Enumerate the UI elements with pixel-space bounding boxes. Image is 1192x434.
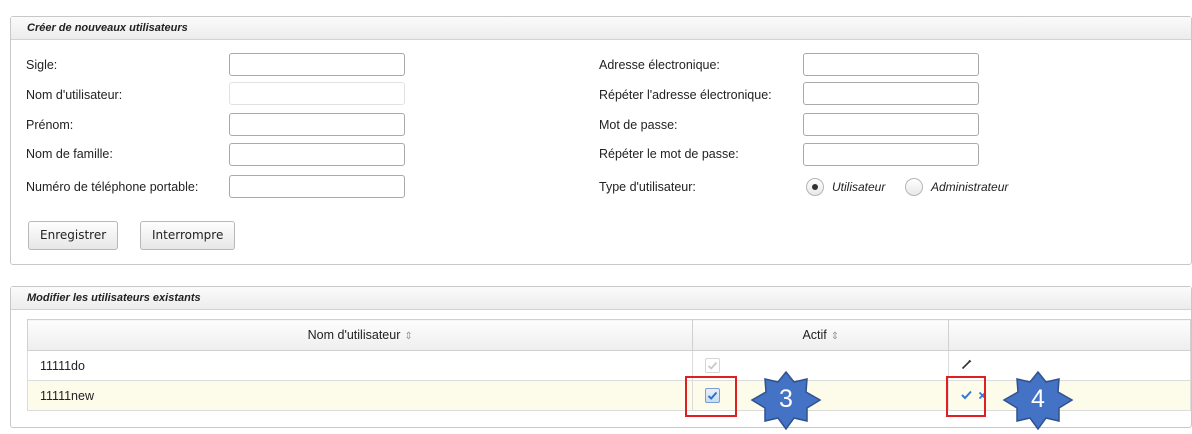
sigle-input[interactable] (229, 53, 405, 76)
lastname-input[interactable] (229, 143, 405, 166)
highlight-box-active-checkbox (685, 376, 737, 417)
label-email-repeat: Répéter l'adresse électronique: (599, 88, 772, 102)
label-password-repeat: Répéter le mot de passe: (599, 147, 739, 161)
radio-selected-dot (812, 184, 818, 190)
highlight-box-row-actions (946, 376, 986, 417)
cell-username: 11111do (26, 350, 694, 381)
radio-admin-label[interactable]: Administrateur (931, 180, 1008, 194)
label-user-type: Type d'utilisateur: (599, 180, 696, 194)
firstname-input[interactable] (229, 113, 405, 136)
radio-user-label[interactable]: Utilisateur (832, 180, 885, 194)
username-input[interactable] (229, 82, 405, 105)
password-input[interactable] (803, 113, 979, 136)
cancel-button[interactable]: Interrompre (140, 221, 236, 250)
radio-user[interactable] (806, 178, 824, 196)
panel-title: Créer de nouveaux utilisateurs (11, 17, 1191, 40)
panel-title-edit: Modifier les utilisateurs existants (11, 287, 1191, 310)
column-active[interactable]: Actif ⇕ (692, 319, 950, 351)
callout-badge-3: 3 (750, 370, 822, 431)
label-password: Mot de passe: (599, 118, 678, 132)
cell-username: 11111new (26, 380, 694, 411)
column-username[interactable]: Nom d'utilisateur ⇕ (26, 319, 694, 351)
label-email: Adresse électronique: (599, 58, 720, 72)
email-repeat-input[interactable] (803, 82, 979, 105)
column-actions (948, 319, 1191, 351)
label-firstname: Prénom: (26, 118, 74, 132)
sort-icon: ⇕ (830, 331, 840, 342)
email-input[interactable] (803, 53, 979, 76)
label-username: Nom d'utilisateur: (26, 88, 123, 102)
callout-number: 3 (779, 385, 793, 413)
password-repeat-input[interactable] (803, 143, 979, 166)
label-lastname: Nom de famille: (26, 147, 113, 161)
save-button[interactable]: Enregistrer (28, 221, 119, 250)
table-header: Nom d'utilisateur ⇕ Actif ⇕ (26, 319, 1191, 351)
label-mobile-phone: Numéro de téléphone portable: (26, 180, 199, 194)
label-sigle: Sigle: (26, 58, 58, 72)
radio-admin[interactable] (905, 178, 923, 196)
active-checkbox-disabled (705, 358, 721, 374)
edit-icon[interactable] (961, 359, 972, 373)
callout-number: 4 (1031, 385, 1045, 413)
callout-badge-4: 4 (1002, 370, 1074, 431)
mobile-phone-input[interactable] (229, 175, 405, 198)
sort-icon: ⇕ (404, 331, 413, 342)
